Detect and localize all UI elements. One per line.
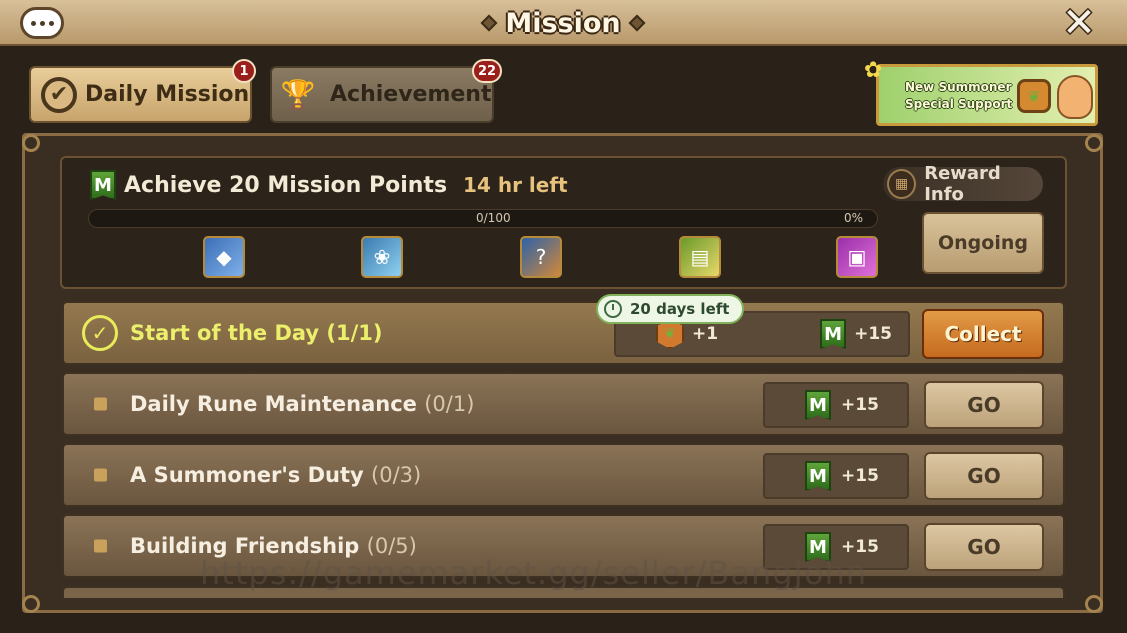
reward-info-button[interactable]: ▦ Reward Info <box>883 163 1043 205</box>
clock-icon <box>604 300 622 318</box>
title-wrap: Mission <box>468 4 658 42</box>
frame-corner-ornament <box>22 595 40 613</box>
mission-reward-box: M +15 <box>763 453 909 499</box>
reward-box-icon: ▦ <box>887 169 917 199</box>
checkmark-icon: ✔ <box>41 76 77 113</box>
frame-corner-ornament <box>1085 595 1103 613</box>
page-title: Mission <box>505 7 621 39</box>
go-button[interactable]: GO <box>924 523 1044 571</box>
frame-corner-ornament <box>22 134 40 152</box>
frame-corner-ornament <box>1085 134 1103 152</box>
mission-progress: (1/1) <box>326 321 383 345</box>
mission-title-text: Start of the Day <box>130 321 320 345</box>
diamond-ornament-icon <box>628 14 646 32</box>
mission-row-a-summoners-duty: A Summoner's Duty (0/3) M +15 GO <box>62 443 1065 507</box>
go-button[interactable]: GO <box>924 452 1044 500</box>
summary-title: Achieve 20 Mission Points <box>124 172 448 198</box>
mission-title: A Summoner's Duty (0/3) <box>130 463 421 487</box>
mission-row-daily-rune-maintenance: Daily Rune Maintenance (0/1) M +15 GO <box>62 372 1065 436</box>
angelmon-icon[interactable]: ❀ <box>361 236 403 278</box>
mp-reward-value: +15 <box>841 395 879 415</box>
ongoing-status-button[interactable]: Ongoing <box>922 212 1044 274</box>
bullet-icon <box>94 468 107 482</box>
cat-mascot-icon <box>1057 75 1093 119</box>
seed-reward-value: +1 <box>692 324 719 344</box>
mission-title: Start of the Day (1/1) <box>130 321 383 345</box>
tab-daily-mission[interactable]: ✔ Daily Mission <box>29 66 252 123</box>
chat-dot <box>48 20 54 26</box>
chat-bubble-icon[interactable] <box>20 7 64 39</box>
diamond-ornament-icon <box>480 14 498 32</box>
completed-check-icon: ✓ <box>82 315 118 351</box>
rune-chest-icon[interactable]: ▣ <box>836 236 878 278</box>
collect-button[interactable]: Collect <box>922 309 1044 359</box>
mission-row-start-of-the-day: ✓ Start of the Day (1/1) ❦ +1 M +15 Coll… <box>62 301 1065 365</box>
daily-mission-count-badge: 1 <box>232 59 256 83</box>
scroll-icon[interactable]: ▤ <box>679 236 721 278</box>
watermark: https://gamemarket.gg/seller/BangJohn <box>200 554 868 592</box>
tab-achievement[interactable]: 🏆 Achievement <box>270 66 494 123</box>
mission-progress: (0/1) <box>424 392 475 416</box>
mission-reward-box: M +15 <box>763 382 909 428</box>
mission-point-icon: M <box>805 390 831 420</box>
mp-reward-value: +15 <box>854 324 892 344</box>
butterfly-icon: ✿ <box>864 58 883 83</box>
reward-info-label: Reward Info <box>924 163 1001 205</box>
progress-percent: 0% <box>844 211 864 225</box>
go-button[interactable]: GO <box>924 381 1044 429</box>
trophy-icon: 🏆 <box>280 78 316 111</box>
promo-line1: New Summoner <box>905 80 1012 94</box>
rune-bundle-icon[interactable]: ◆ <box>203 236 245 278</box>
mission-progress: (0/3) <box>371 463 422 487</box>
mp-reward-value: +15 <box>841 466 879 486</box>
promo-line2: Special Support <box>905 97 1013 111</box>
time-left-tooltip: 20 days left <box>596 294 744 324</box>
bullet-icon <box>94 397 107 411</box>
chat-dot <box>39 20 45 26</box>
mission-point-icon: M <box>805 461 831 491</box>
mystery-scroll-icon[interactable]: ? <box>520 236 562 278</box>
summary-time-left: 14 hr left <box>463 173 568 197</box>
mission-point-icon: M <box>820 319 847 349</box>
tab-achievement-label: Achievement <box>330 82 492 107</box>
promo-text: New Summoner Special Support <box>905 79 1012 113</box>
mission-title: Daily Rune Maintenance (0/1) <box>130 392 474 416</box>
mission-title-text: A Summoner's Duty <box>130 463 364 487</box>
achievement-count-badge: 22 <box>472 59 503 83</box>
new-summoner-support-banner[interactable]: New Summoner Special Support ❦ <box>876 64 1098 126</box>
progress-text: 0/100 <box>476 211 511 225</box>
seed-icon: ❦ <box>1017 79 1051 113</box>
mission-title-text: Daily Rune Maintenance <box>130 392 417 416</box>
tab-daily-mission-label: Daily Mission <box>85 82 250 107</box>
tooltip-text: 20 days left <box>630 300 730 318</box>
mission-point-icon: M <box>90 170 116 200</box>
close-icon[interactable]: ✕ <box>1058 0 1100 46</box>
chat-dot <box>30 20 36 26</box>
summary-title-row: M Achieve 20 Mission Points 14 hr left <box>90 170 568 200</box>
bullet-icon <box>94 539 107 553</box>
